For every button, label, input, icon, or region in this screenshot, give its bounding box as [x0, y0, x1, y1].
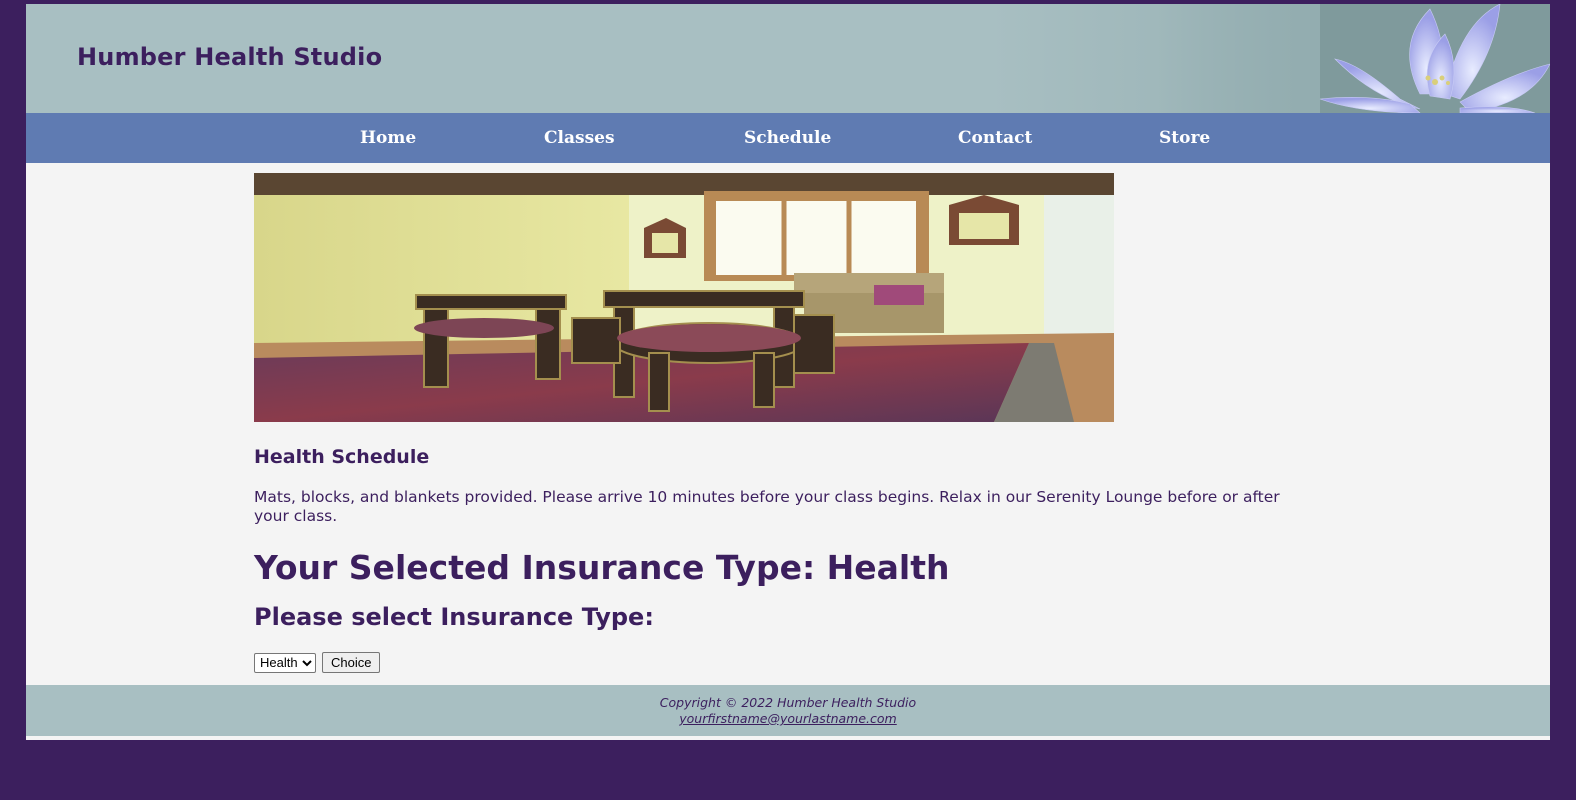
nav-home-link[interactable]: Home	[360, 128, 416, 148]
page-wrapper: Humber Health Studio Home Classes Schedu…	[26, 4, 1550, 740]
insurance-form: Health Choice	[254, 652, 1314, 673]
insurance-type-select[interactable]: Health	[254, 652, 316, 673]
water-lily-banner	[990, 4, 1550, 113]
select-insurance-heading: Please select Insurance Type:	[254, 603, 654, 631]
intro-paragraph: Mats, blocks, and blankets provided. Ple…	[254, 488, 1280, 525]
footer-email-link[interactable]: yourfirstname@yourlastname.com	[679, 711, 896, 726]
site-title: Humber Health Studio	[77, 43, 383, 71]
selected-insurance-heading: Your Selected Insurance Type: Health	[254, 548, 950, 587]
nav-classes-link[interactable]: Classes	[544, 128, 615, 148]
copyright-text: Copyright © 2022 Humber Health Studio	[659, 695, 917, 710]
nav-store-link[interactable]: Store	[1159, 128, 1210, 148]
lounge-room-image	[254, 173, 1114, 422]
site-footer: Copyright © 2022 Humber Health Studio yo…	[26, 685, 1550, 736]
main-content: Health Schedule Mats, blocks, and blanke…	[254, 173, 1314, 673]
main-nav: Home Classes Schedule Contact Store	[26, 113, 1550, 163]
site-header: Humber Health Studio	[26, 4, 1550, 113]
nav-contact-link[interactable]: Contact	[958, 128, 1032, 148]
schedule-heading: Health Schedule	[254, 446, 430, 468]
nav-schedule-link[interactable]: Schedule	[744, 128, 831, 148]
choice-button[interactable]: Choice	[322, 652, 381, 673]
